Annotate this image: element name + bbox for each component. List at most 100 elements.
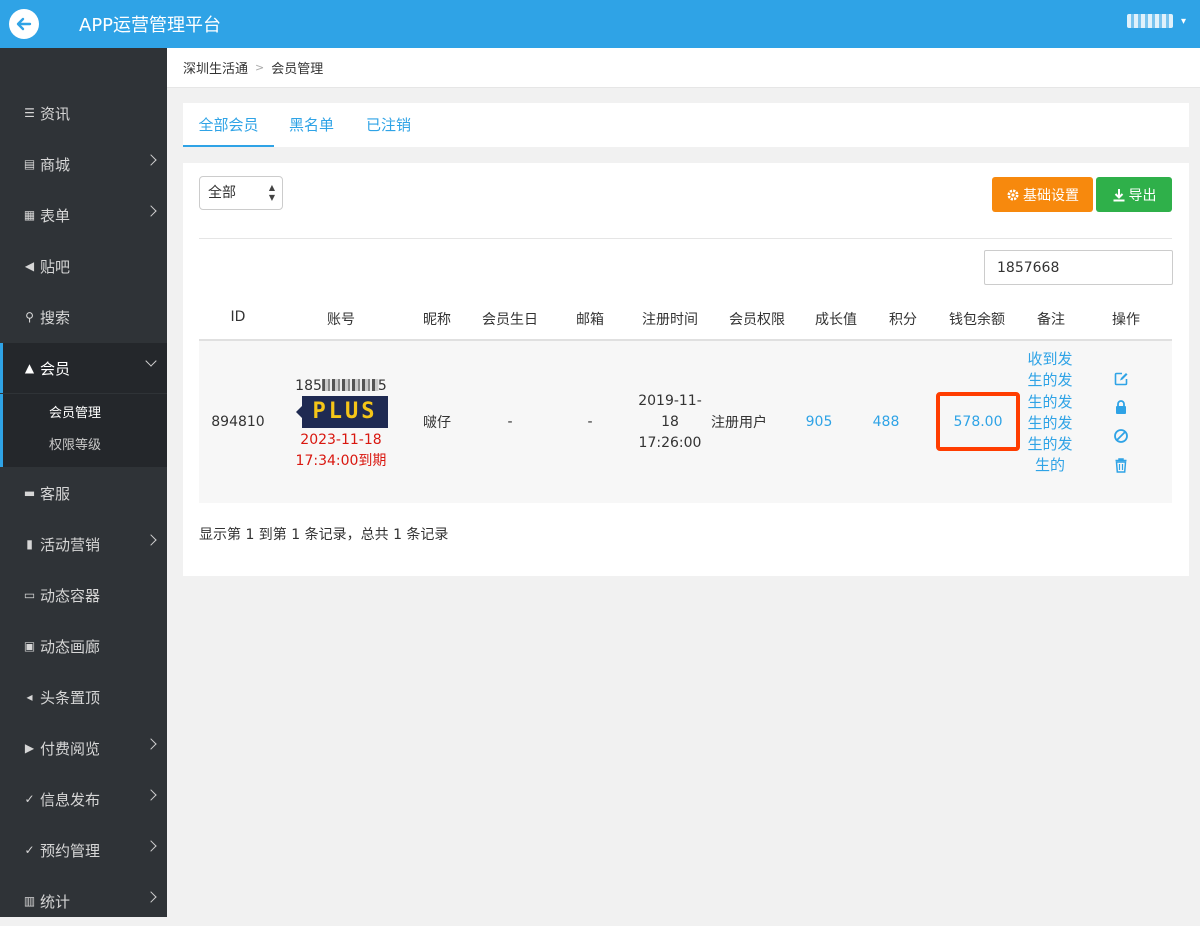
export-label: 导出 xyxy=(1128,187,1157,204)
chevron-right-icon xyxy=(145,738,157,750)
sidebar-item-label: 贴吧 xyxy=(40,257,71,276)
column-header-birthday: 会员生日 xyxy=(482,312,538,328)
sidebar-item-members[interactable]: ▲ 会员 xyxy=(0,343,167,393)
caret-down-icon: ▾ xyxy=(1180,15,1186,27)
member-tabs: 全部会员 黑名单 已注销 xyxy=(183,103,1189,147)
breadcrumb-root[interactable]: 深圳生活通 xyxy=(183,58,248,77)
chevron-right-icon xyxy=(145,840,157,852)
sidebar-item-label: 客服 xyxy=(40,484,71,503)
sidebar-item-reservations[interactable]: ✓ 预约管理 xyxy=(0,825,167,875)
cell-email: - xyxy=(587,414,593,430)
cell-points-link[interactable]: 488 xyxy=(873,414,900,430)
sidebar-item-dynamic-container[interactable]: ▭ 动态容器 xyxy=(0,570,167,620)
toolbar-divider xyxy=(199,238,1172,239)
ban-icon[interactable] xyxy=(1113,428,1129,444)
volume-icon: ◂ xyxy=(26,690,33,704)
expiry-time: 17:34:00到期 xyxy=(295,453,387,469)
sidebar-item-label: 统计 xyxy=(40,892,71,911)
sidebar-item-search[interactable]: ⚲ 搜索 xyxy=(0,292,167,342)
bar-chart-icon: ▥ xyxy=(23,894,36,908)
sidebar-item-customer-service[interactable]: ▬ 客服 xyxy=(0,468,167,518)
edit-icon[interactable] xyxy=(1113,371,1129,387)
bell-icon: ▲ xyxy=(24,361,35,375)
account-prefix: 185 xyxy=(295,378,322,394)
sidebar-item-label: 付费阅览 xyxy=(40,739,101,758)
sidebar-item-label: 动态画廊 xyxy=(40,637,101,656)
search-icon: ⚲ xyxy=(25,310,34,324)
column-header-wallet: 钱包余额 xyxy=(949,312,1005,328)
check-icon: ✓ xyxy=(24,792,35,806)
chevron-right-icon xyxy=(145,154,157,166)
arrow-left-icon xyxy=(16,17,32,31)
sidebar-item-statistics[interactable]: ▥ 统计 xyxy=(0,876,167,926)
sidebar-item-mall[interactable]: ▤ 商城 xyxy=(0,139,167,189)
sidebar-item-gallery[interactable]: ▣ 动态画廊 xyxy=(0,621,167,671)
sidebar-item-label: 商城 xyxy=(40,155,71,174)
cell-remark-link[interactable]: 收到发生的发生的发生的发生的发生的 xyxy=(1026,349,1074,477)
basic-settings-label: 基础设置 xyxy=(1023,187,1079,204)
download-icon xyxy=(1113,188,1124,201)
export-button[interactable]: 导出 xyxy=(1096,177,1172,212)
cell-reg-time: 2019-11- 18 17:26:00 xyxy=(630,391,710,454)
breadcrumb-separator-icon: > xyxy=(255,61,265,74)
sidebar-item-info-publish[interactable]: ✓ 信息发布 xyxy=(0,774,167,824)
sidebar-item-marketing[interactable]: ▮ 活动营销 xyxy=(0,519,167,569)
plus-badge: PLUS xyxy=(296,396,388,428)
expiry-date: 2023-11-18 xyxy=(300,432,382,448)
breadcrumb: 深圳生活通 > 会员管理 xyxy=(167,48,1200,88)
search-input[interactable] xyxy=(984,250,1173,285)
trash-icon[interactable] xyxy=(1113,457,1129,473)
tab-deregistered[interactable]: 已注销 xyxy=(366,103,411,147)
pagination-summary: 显示第 1 到第 1 条记录，总共 1 条记录 xyxy=(199,527,449,543)
sidebar-item-news[interactable]: ☰ 资讯 xyxy=(0,88,167,138)
cell-wallet-link[interactable]: 578.00 xyxy=(954,414,1003,430)
chevron-right-icon xyxy=(145,534,157,546)
back-button[interactable] xyxy=(9,9,39,39)
sidebar-subitem-member-management[interactable]: 会员管理 xyxy=(49,402,101,421)
sidebar-item-paid-reading[interactable]: ▶ 付费阅览 xyxy=(0,723,167,773)
wallet-highlight-box: 578.00 xyxy=(936,392,1020,451)
sidebar-item-label: 表单 xyxy=(40,206,71,225)
inbox-icon: ▭ xyxy=(23,588,36,602)
sidebar-item-label: 头条置顶 xyxy=(40,688,101,707)
sidebar-item-forum[interactable]: ◀ 贴吧 xyxy=(0,241,167,291)
sidebar-item-forms[interactable]: ▦ 表单 xyxy=(0,190,167,240)
list-icon: ☰ xyxy=(24,106,35,120)
column-header-remark: 备注 xyxy=(1037,312,1065,328)
sidebar-subitem-permission-levels[interactable]: 权限等级 xyxy=(49,434,101,453)
sidebar-item-label: 搜索 xyxy=(40,308,71,327)
sidebar-item-label: 信息发布 xyxy=(40,790,101,809)
gear-icon xyxy=(1007,189,1019,200)
sidebar-item-label: 预约管理 xyxy=(40,841,101,860)
sidebar-item-label: 资讯 xyxy=(40,104,71,123)
chevron-down-icon xyxy=(145,355,157,367)
reg-time-line: 2019-11- xyxy=(638,393,702,409)
bookmark-icon: ▮ xyxy=(26,537,33,551)
column-header-email: 邮箱 xyxy=(576,312,604,328)
sidebar-item-headline-pin[interactable]: ◂ 头条置顶 xyxy=(0,672,167,722)
cell-nickname: 啵仔 xyxy=(423,415,451,431)
members-subnav: 会员管理 权限等级 xyxy=(0,394,167,467)
chat-icon: ▬ xyxy=(23,486,36,500)
top-bar: APP运营管理平台 ▾ xyxy=(0,0,1200,48)
cart-icon: ▤ xyxy=(23,157,36,171)
check-icon: ✓ xyxy=(24,843,35,857)
image-icon: ▣ xyxy=(23,639,36,653)
member-filter-value: 全部 xyxy=(208,185,236,201)
lock-icon[interactable] xyxy=(1113,399,1129,415)
column-header-permission: 会员权限 xyxy=(729,312,785,328)
user-menu[interactable]: ▾ xyxy=(1126,14,1186,28)
member-filter-select[interactable]: 全部 ▲ ▼ xyxy=(199,176,283,210)
tab-blacklist[interactable]: 黑名单 xyxy=(289,103,334,147)
basic-settings-button[interactable]: 基础设置 xyxy=(992,177,1093,212)
reg-time-line: 17:26:00 xyxy=(638,435,702,451)
cell-growth-link[interactable]: 905 xyxy=(806,414,833,430)
tab-all-members[interactable]: 全部会员 xyxy=(183,103,274,147)
cell-permission: 注册用户 xyxy=(711,415,767,431)
account-suffix: 5 xyxy=(377,378,387,394)
reg-time-line: 18 xyxy=(661,414,679,430)
select-arrows-icon: ▲ ▼ xyxy=(268,183,275,202)
form-icon: ▦ xyxy=(23,208,36,222)
sidebar-item-label: 会员 xyxy=(40,359,71,378)
column-header-nickname: 昵称 xyxy=(423,312,451,328)
